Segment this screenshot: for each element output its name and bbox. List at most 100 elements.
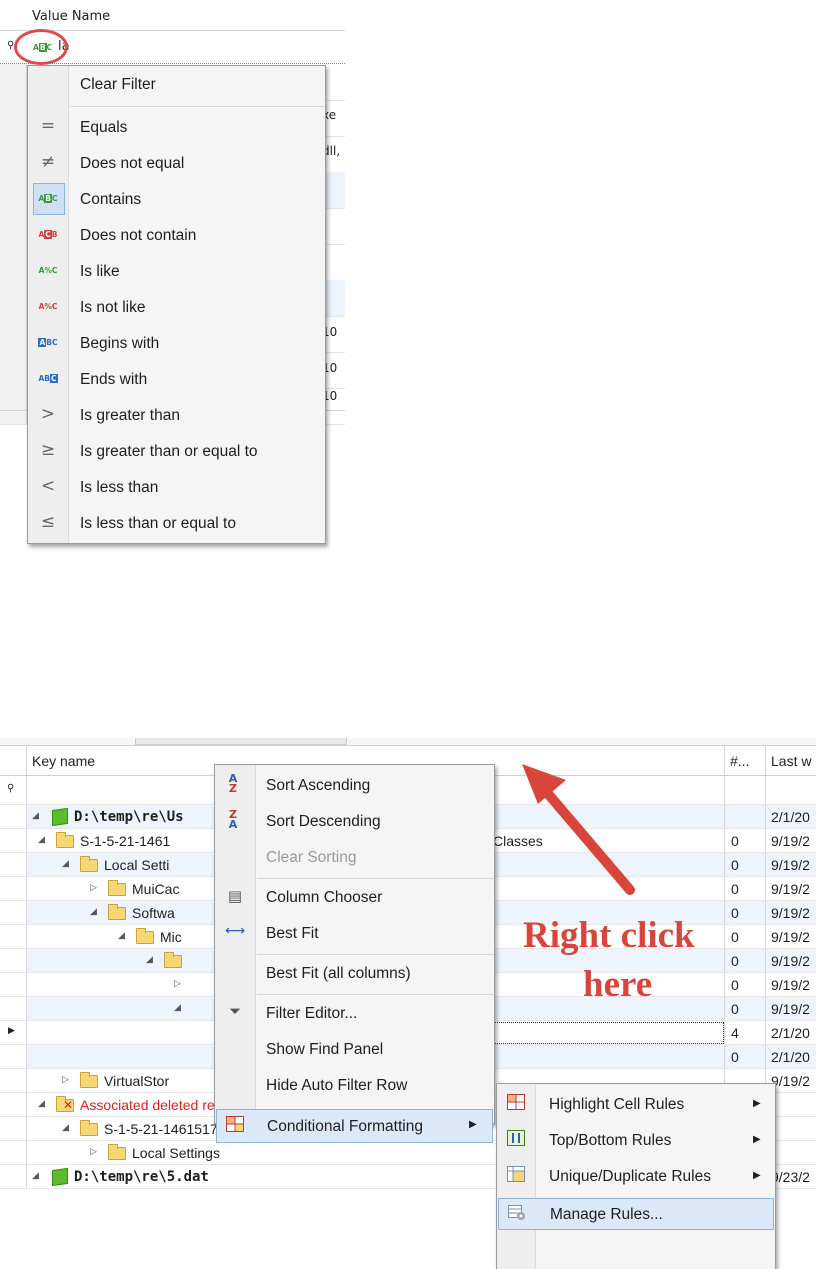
count-cell: 0 bbox=[731, 857, 739, 873]
row-indicator bbox=[0, 136, 27, 172]
key-name-cell: D:\temp\re\Us bbox=[74, 809, 184, 825]
row-indicator bbox=[0, 853, 27, 876]
key-name-cell: Mic bbox=[160, 929, 182, 945]
hide-auto-filter-row-item[interactable]: Hide Auto Filter Row bbox=[215, 1067, 494, 1103]
expand-arrow-icon[interactable]: ▷ bbox=[90, 883, 97, 893]
value-name-column-header[interactable]: Value Name bbox=[32, 9, 110, 24]
submenu-arrow-icon: ▶ bbox=[469, 1119, 477, 1130]
hive-cube-icon bbox=[52, 807, 68, 827]
last-write-cell: 9/19/2 bbox=[771, 905, 810, 921]
annotation-arrow bbox=[522, 764, 635, 895]
count-cell: 0 bbox=[731, 953, 739, 969]
row-indicator bbox=[0, 1069, 27, 1092]
filter-condition-menu: Clear Filter = Equals ≠ Does not equal ABC Co… bbox=[27, 65, 326, 544]
clear-sorting-item[interactable]: Clear Sorting bbox=[215, 839, 494, 875]
best-fit-all-item[interactable]: Best Fit (all columns) bbox=[215, 955, 494, 991]
highlight-circle bbox=[14, 29, 68, 65]
row-indicator bbox=[0, 925, 27, 948]
highlight-cell-rules-item[interactable]: Highlight Cell Rules ▶ bbox=[497, 1086, 775, 1122]
count-cell: 0 bbox=[731, 833, 739, 849]
collapse-arrow-icon[interactable]: ◢ bbox=[32, 1171, 39, 1181]
collapse-arrow-icon[interactable]: ◢ bbox=[118, 931, 125, 941]
deleted-folder-icon: ✕ bbox=[56, 1096, 74, 1112]
does-not-contain-icon: ACB bbox=[38, 230, 58, 239]
row-indicator bbox=[0, 829, 27, 852]
sort-ascending-item[interactable]: AZ Sort Ascending bbox=[215, 767, 494, 803]
collapse-arrow-icon[interactable]: ◢ bbox=[146, 955, 153, 965]
expand-arrow-icon[interactable]: ▷ bbox=[62, 1075, 69, 1085]
less-than-item[interactable]: < Is less than bbox=[28, 469, 325, 505]
best-fit-item[interactable]: ⟷ Best Fit bbox=[215, 915, 494, 951]
filter-editor-item[interactable]: ⏷ Filter Editor... bbox=[215, 995, 494, 1031]
filter-grid-panel: Value Name ⚲ ABC la xe dll, 10 10 10 Clear F… bbox=[0, 0, 345, 555]
annotation-text-line1: Right click bbox=[523, 915, 695, 956]
ends-with-item[interactable]: ABC Ends with bbox=[28, 361, 325, 397]
conditional-formatting-item[interactable]: Conditional Formatting ▶ bbox=[216, 1109, 493, 1143]
top-bottom-rules-item[interactable]: Top/Bottom Rules ▶ bbox=[497, 1122, 775, 1158]
less-equal-item[interactable]: ≤ Is less than or equal to bbox=[28, 505, 325, 541]
sort-descending-item[interactable]: ZA Sort Descending bbox=[215, 803, 494, 839]
last-write-cell: 9/19/2 bbox=[771, 881, 810, 897]
collapse-arrow-icon[interactable]: ◢ bbox=[38, 1099, 45, 1109]
row-indicator bbox=[0, 172, 27, 208]
equals-icon: = bbox=[40, 116, 56, 136]
unique-duplicate-rules-item[interactable]: Unique/Duplicate Rules ▶ bbox=[497, 1158, 775, 1194]
last-write-cell: 2/1/20 bbox=[771, 809, 810, 825]
key-name-cell: S-1-5-21-1461 bbox=[80, 833, 171, 849]
collapse-arrow-icon[interactable]: ◢ bbox=[174, 1003, 181, 1013]
does-not-contain-item[interactable]: ACB Does not contain bbox=[28, 217, 325, 253]
folder-icon bbox=[80, 1072, 98, 1088]
last-write-cell: 9/19/2 bbox=[771, 857, 810, 873]
collapse-arrow-icon[interactable]: ◢ bbox=[32, 811, 39, 821]
folder-icon bbox=[56, 832, 74, 848]
collapse-arrow-icon[interactable]: ◢ bbox=[62, 1123, 69, 1133]
contains-icon: ABC bbox=[33, 183, 65, 215]
key-name-column-header[interactable]: Key name bbox=[32, 753, 95, 769]
filter-row-pin-icon: ⚲ bbox=[7, 783, 15, 794]
last-write-cell: 9/23/2 bbox=[771, 1169, 810, 1185]
clear-filter-item[interactable]: Clear Filter bbox=[28, 66, 325, 102]
count-column-header[interactable]: #... bbox=[730, 753, 749, 769]
focused-cell[interactable] bbox=[494, 1022, 724, 1044]
is-not-like-item[interactable]: A%C Is not like bbox=[28, 289, 325, 325]
row-indicator bbox=[0, 208, 27, 244]
count-cell: 0 bbox=[731, 1001, 739, 1017]
is-like-item[interactable]: A%C Is like bbox=[28, 253, 325, 289]
last-write-column-header[interactable]: Last w bbox=[771, 753, 811, 769]
expand-arrow-icon[interactable]: ▷ bbox=[90, 1147, 97, 1157]
greater-than-icon: > bbox=[40, 404, 56, 424]
begins-with-item[interactable]: ABC Begins with bbox=[28, 325, 325, 361]
last-write-cell: 9/19/2 bbox=[771, 977, 810, 993]
top-bottom-rules-icon bbox=[505, 1130, 527, 1150]
greater-than-item[interactable]: > Is greater than bbox=[28, 397, 325, 433]
expand-arrow-icon[interactable]: ▷ bbox=[174, 979, 181, 989]
equals-item[interactable]: = Equals bbox=[28, 109, 325, 145]
folder-icon bbox=[80, 856, 98, 872]
conditional-formatting-submenu: Highlight Cell Rules ▶ Top/Bottom Rules … bbox=[496, 1083, 776, 1269]
last-write-cell: 9/19/2 bbox=[771, 929, 810, 945]
row-indicator: ⚲ bbox=[0, 776, 27, 804]
submenu-arrow-icon: ▶ bbox=[753, 1134, 761, 1145]
row-indicator bbox=[0, 388, 27, 424]
submenu-arrow-icon: ▶ bbox=[753, 1098, 761, 1109]
count-cell: 0 bbox=[731, 929, 739, 945]
collapse-arrow-icon[interactable]: ◢ bbox=[38, 835, 45, 845]
collapse-arrow-icon[interactable]: ◢ bbox=[90, 907, 97, 917]
last-write-cell: 9/19/2 bbox=[771, 1001, 810, 1017]
menu-separator bbox=[70, 106, 325, 107]
collapse-arrow-icon[interactable]: ◢ bbox=[62, 859, 69, 869]
key-name-cell: D:\temp\re\5.dat bbox=[74, 1169, 209, 1185]
show-find-panel-item[interactable]: Show Find Panel bbox=[215, 1031, 494, 1067]
last-write-cell: 9/19/2 bbox=[771, 1073, 810, 1089]
contains-item[interactable]: ABC Contains bbox=[28, 181, 325, 217]
row-indicator bbox=[0, 352, 27, 388]
manage-rules-item[interactable]: Manage Rules... bbox=[498, 1198, 774, 1230]
not-equal-item[interactable]: ≠ Does not equal bbox=[28, 145, 325, 181]
column-chooser-item[interactable]: ▤ Column Chooser bbox=[215, 879, 494, 915]
greater-equal-item[interactable]: ≥ Is greater than or equal to bbox=[28, 433, 325, 469]
row-indicator bbox=[0, 1045, 27, 1068]
count-cell: 0 bbox=[731, 881, 739, 897]
annotation-text-line2: here bbox=[583, 964, 653, 1005]
begins-with-icon: ABC bbox=[38, 338, 58, 347]
row-indicator bbox=[0, 997, 27, 1020]
